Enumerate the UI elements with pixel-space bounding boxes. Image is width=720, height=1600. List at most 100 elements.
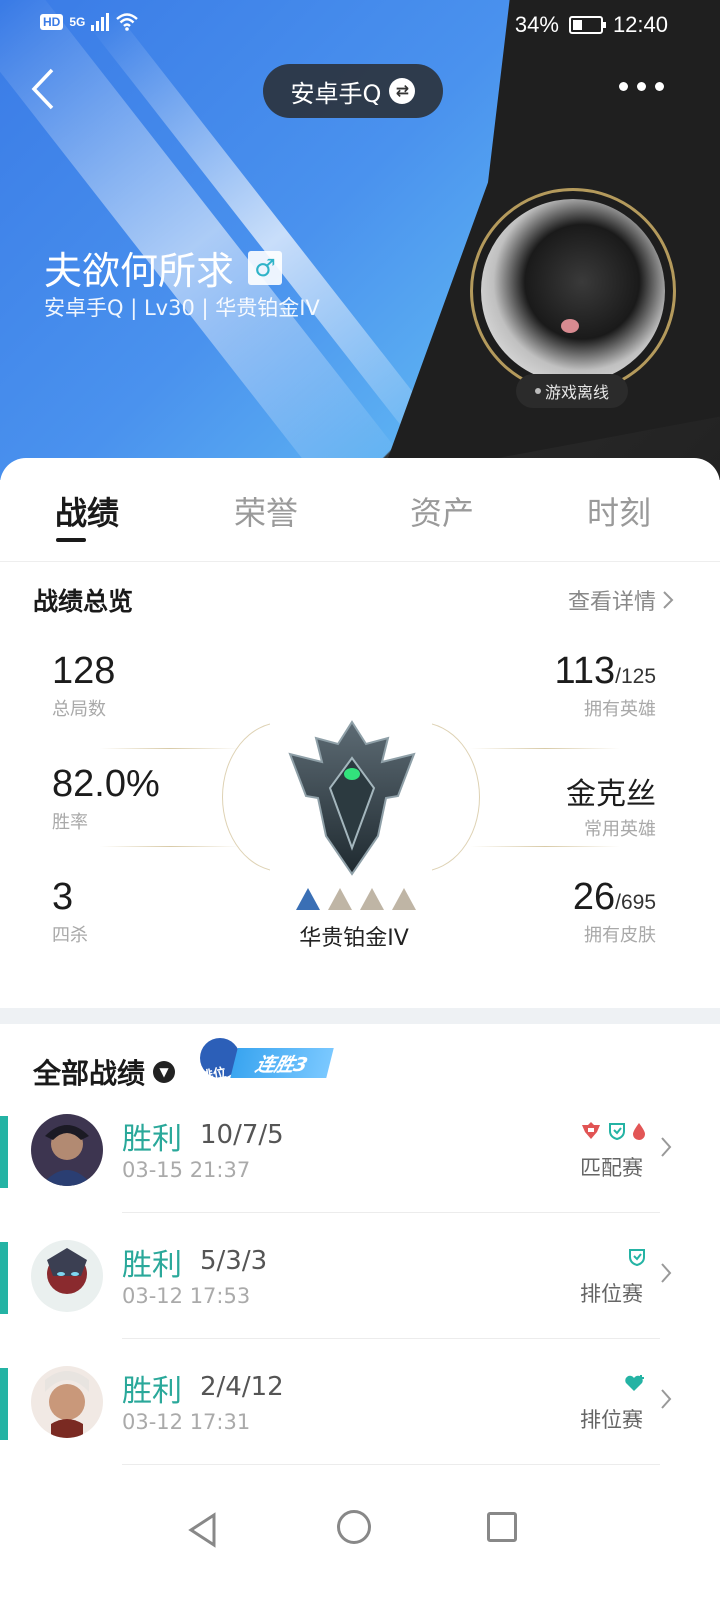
avatar-image: [481, 199, 665, 383]
more-dot: [655, 82, 664, 91]
network-type: 5G: [69, 15, 86, 29]
match-result: 胜利: [122, 1248, 182, 1283]
tab-assets[interactable]: 资产: [410, 488, 474, 534]
match-row[interactable]: 胜利 10/7/5 03-15 21:37 匹配赛: [0, 1112, 720, 1237]
match-mode: 排位赛: [580, 1408, 643, 1432]
account-switch-button[interactable]: 安卓手Q ⇄: [263, 64, 443, 118]
stat-win-rate: 82.0% 胜率: [52, 763, 160, 834]
signal-icon: [91, 13, 110, 31]
all-matches-filter[interactable]: 全部战绩 ▼: [33, 1052, 176, 1092]
match-badges: [624, 1374, 646, 1392]
row-divider: [122, 1338, 660, 1339]
tab-record[interactable]: 战绩: [55, 488, 119, 534]
all-matches-title: 全部战绩: [33, 1057, 146, 1090]
stat-value: 3: [52, 876, 74, 918]
rank-star-empty-icon: [328, 888, 352, 910]
nav-back-icon[interactable]: [188, 1512, 218, 1548]
decor-line: [100, 846, 240, 847]
online-status-badge: 游戏离线: [516, 374, 628, 408]
stat-heroes-owned: 113/125 拥有英雄: [555, 650, 656, 721]
hero-portrait: [31, 1366, 103, 1438]
stat-quadra-kills: 3 四杀: [52, 876, 88, 947]
match-mode: 排位赛: [580, 1282, 643, 1306]
mvp-badge-icon: [582, 1122, 600, 1139]
hero-portrait: [31, 1240, 103, 1312]
streak-ribbon: 连胜3: [230, 1048, 334, 1078]
nav-recent-icon[interactable]: [487, 1512, 517, 1542]
stat-label: 常用英雄: [584, 819, 656, 840]
tab-moments[interactable]: 时刻: [587, 488, 651, 534]
back-button[interactable]: [28, 66, 68, 114]
avatar[interactable]: [470, 188, 676, 394]
match-badges: [580, 1122, 646, 1140]
stat-value: 26: [572, 876, 616, 918]
stat-label: 拥有英雄: [584, 699, 656, 720]
profile-header: HD 5G 34% 12:40 安卓手Q ⇄ 夫欲何所求 ♂ 安卓手Q | Lv…: [0, 0, 720, 480]
hero-portrait: [31, 1114, 103, 1186]
wifi-icon: [116, 13, 139, 31]
nav-home-icon[interactable]: [337, 1510, 371, 1544]
swap-icon: ⇄: [389, 78, 416, 104]
player-nickname-row: 夫欲何所求 ♂: [44, 240, 283, 295]
status-bar: HD 5G 34% 12:40: [0, 0, 720, 50]
stat-value: 113: [554, 650, 616, 692]
online-status-text: 游戏离线: [544, 383, 609, 402]
rank-stars: [296, 888, 416, 910]
battery-icon: [568, 16, 606, 34]
stat-value: 128: [52, 650, 116, 692]
stat-label: 总局数: [52, 699, 106, 720]
match-kda: 2/4/12: [200, 1372, 284, 1402]
match-kda: 5/3/3: [200, 1246, 268, 1276]
match-time: 03-12 17:31: [122, 1410, 251, 1434]
view-details-link[interactable]: 查看详情: [568, 584, 674, 616]
shield-badge-icon: [629, 1249, 645, 1266]
profile-tabs: 战绩 荣誉 资产 时刻: [0, 458, 720, 562]
stat-value: 金克丝: [566, 778, 656, 811]
rank-star-empty-icon: [392, 888, 416, 910]
row-divider: [122, 1212, 660, 1213]
system-nav-bar: [0, 1490, 720, 1600]
match-time: 03-15 21:37: [122, 1158, 251, 1182]
rank-name: 华贵铂金IV: [299, 926, 409, 951]
match-result: 胜利: [122, 1374, 182, 1409]
chevron-right-icon: [663, 591, 674, 609]
win-accent-bar: [0, 1368, 8, 1440]
chevron-right-icon: [661, 1263, 672, 1283]
match-time: 03-12 17:53: [122, 1284, 251, 1308]
player-nickname: 夫欲何所求: [44, 249, 235, 293]
section-divider: [0, 1008, 720, 1024]
chevron-left-icon: [31, 68, 54, 110]
match-mode: 匹配赛: [580, 1156, 643, 1180]
decor-line: [470, 748, 620, 749]
tab-honor[interactable]: 荣誉: [234, 488, 298, 534]
decor-line: [470, 846, 620, 847]
stat-total: /125: [615, 665, 656, 688]
more-button[interactable]: [619, 82, 664, 91]
match-row[interactable]: 胜利 5/3/3 03-12 17:53 排位赛: [0, 1238, 720, 1363]
stat-label: 拥有皮肤: [584, 925, 656, 946]
player-subinfo: 安卓手Q | Lv30 | 华贵铂金IV: [44, 296, 320, 320]
overview-title: 战绩总览: [33, 587, 134, 616]
more-dot: [637, 82, 646, 91]
chevron-right-icon: [661, 1137, 672, 1157]
active-tab-indicator: [56, 538, 86, 542]
streak-label: 连胜3: [253, 1053, 310, 1076]
match-kda: 10/7/5: [200, 1120, 284, 1150]
more-dot: [619, 82, 628, 91]
hd-icon: HD: [40, 14, 64, 30]
stat-common-hero: 金克丝 常用英雄: [566, 763, 656, 841]
stat-label: 四杀: [52, 925, 88, 946]
rank-star-empty-icon: [360, 888, 384, 910]
decor-line: [100, 748, 240, 749]
win-accent-bar: [0, 1116, 8, 1188]
match-row[interactable]: 胜利 2/4/12 03-12 17:31 排位赛: [0, 1364, 720, 1489]
chevron-right-icon: [661, 1389, 672, 1409]
battery-percent: 34%: [514, 12, 559, 37]
status-dot-icon: [534, 388, 541, 394]
match-badges: [628, 1248, 646, 1266]
chevron-down-icon: ▼: [153, 1061, 176, 1083]
stat-skins-owned: 26/695 拥有皮肤: [573, 876, 656, 947]
account-switch-label: 安卓手Q: [290, 79, 382, 108]
rank-emblem-icon[interactable]: [282, 718, 422, 878]
rank-star-filled-icon: [296, 888, 320, 910]
